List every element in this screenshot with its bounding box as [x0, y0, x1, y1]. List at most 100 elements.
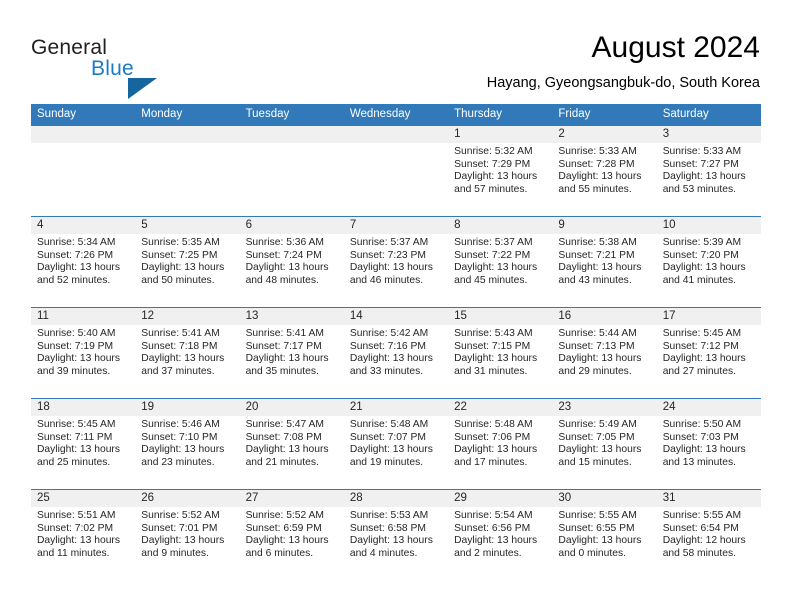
- sunset-text: Sunset: 6:56 PM: [454, 522, 531, 534]
- day-details: Sunrise: 5:55 AM Sunset: 6:55 PM Daylight:…: [552, 507, 656, 560]
- day-number: 12: [135, 308, 240, 325]
- calendar-day-cell[interactable]: 19 Sunrise: 5:46 AM Sunset: 7:10 PM Dayligh…: [135, 398, 240, 490]
- daylight-text-line1: Daylight: 13 hours: [349, 535, 433, 547]
- sunrise-text: Sunrise: 5:55 AM: [558, 510, 637, 521]
- sunset-text: Sunset: 7:18 PM: [141, 340, 218, 352]
- daylight-text-line2: and 17 minutes.: [454, 456, 528, 468]
- day-details: Sunrise: 5:32 AM Sunset: 7:29 PM Daylight:…: [448, 143, 552, 196]
- daylight-text-line2: and 25 minutes.: [37, 456, 111, 468]
- calendar-week-row: 11 Sunrise: 5:40 AM Sunset: 7:19 PM Dayligh…: [31, 307, 761, 399]
- calendar-day-cell[interactable]: 29 Sunrise: 5:54 AM Sunset: 6:56 PM Dayligh…: [448, 489, 553, 582]
- calendar-day-cell[interactable]: 13 Sunrise: 5:41 AM Sunset: 7:17 PM Dayligh…: [239, 307, 344, 399]
- day-details: Sunrise: 5:35 AM Sunset: 7:25 PM Daylight:…: [135, 234, 239, 287]
- sunset-text: Sunset: 7:27 PM: [662, 158, 739, 170]
- daylight-text-line1: Daylight: 13 hours: [141, 444, 225, 456]
- daylight-text-line1: Daylight: 13 hours: [349, 353, 433, 365]
- day-cell-body: 3 Sunrise: 5:33 AM Sunset: 7:27 PM Daylight…: [656, 126, 761, 216]
- calendar-day-cell[interactable]: 11 Sunrise: 5:40 AM Sunset: 7:19 PM Dayligh…: [31, 307, 136, 399]
- calendar-day-cell[interactable]: 15 Sunrise: 5:43 AM Sunset: 7:15 PM Dayligh…: [448, 307, 553, 399]
- day-number: [343, 126, 449, 143]
- calendar-day-cell[interactable]: 22 Sunrise: 5:48 AM Sunset: 7:06 PM Dayligh…: [448, 398, 553, 490]
- day-details: Sunrise: 5:55 AM Sunset: 6:54 PM Daylight:…: [657, 507, 761, 560]
- daylight-text-line2: and 0 minutes.: [558, 547, 626, 559]
- day-details: Sunrise: 5:33 AM Sunset: 7:28 PM Daylight:…: [552, 143, 656, 196]
- calendar-day-cell[interactable]: 3 Sunrise: 5:33 AM Sunset: 7:27 PM Daylight…: [656, 126, 761, 217]
- calendar-day-cell[interactable]: 24 Sunrise: 5:50 AM Sunset: 7:03 PM Dayligh…: [656, 398, 761, 490]
- calendar-day-cell[interactable]: 20 Sunrise: 5:47 AM Sunset: 7:08 PM Dayligh…: [239, 398, 344, 490]
- daylight-text-line1: Daylight: 13 hours: [141, 353, 225, 365]
- daylight-text-line2: and 13 minutes.: [662, 456, 736, 468]
- daylight-text-line1: Daylight: 13 hours: [245, 535, 329, 547]
- calendar-day-cell[interactable]: 5 Sunrise: 5:35 AM Sunset: 7:25 PM Daylight…: [135, 216, 240, 308]
- calendar-day-cell[interactable]: 4 Sunrise: 5:34 AM Sunset: 7:26 PM Daylight…: [31, 216, 136, 308]
- calendar-day-cell[interactable]: 10 Sunrise: 5:39 AM Sunset: 7:20 PM Dayligh…: [656, 216, 761, 308]
- day-number: 17: [656, 308, 761, 325]
- calendar-day-cell[interactable]: 26 Sunrise: 5:52 AM Sunset: 7:01 PM Dayligh…: [135, 489, 240, 582]
- day-number: 27: [239, 490, 344, 507]
- calendar-header-row: Sunday Monday Tuesday Wednesday Thursday…: [31, 104, 761, 126]
- weekday-header-saturday: Saturday: [656, 104, 761, 126]
- day-cell-body: 12 Sunrise: 5:41 AM Sunset: 7:18 PM Dayligh…: [135, 308, 240, 398]
- calendar-day-cell[interactable]: 7 Sunrise: 5:37 AM Sunset: 7:23 PM Daylight…: [343, 216, 449, 308]
- calendar-day-cell[interactable]: 31 Sunrise: 5:55 AM Sunset: 6:54 PM Dayligh…: [656, 489, 761, 582]
- day-number: 28: [343, 490, 449, 507]
- day-cell-body: 11 Sunrise: 5:40 AM Sunset: 7:19 PM Dayligh…: [31, 308, 136, 398]
- general-blue-logo[interactable]: General Blue: [31, 36, 241, 99]
- calendar-day-cell-empty: [343, 126, 449, 217]
- calendar-day-cell[interactable]: 9 Sunrise: 5:38 AM Sunset: 7:21 PM Daylight…: [552, 216, 657, 308]
- daylight-text-line1: Daylight: 13 hours: [349, 444, 433, 456]
- sunset-text: Sunset: 6:54 PM: [662, 522, 739, 534]
- calendar-day-cell[interactable]: 12 Sunrise: 5:41 AM Sunset: 7:18 PM Dayligh…: [135, 307, 240, 399]
- calendar-page: General Blue August 2024 Hayang, Gyeongs…: [0, 0, 792, 612]
- day-number: 21: [343, 399, 449, 416]
- day-number: 7: [343, 217, 449, 234]
- daylight-text-line1: Daylight: 13 hours: [454, 444, 538, 456]
- sunrise-text: Sunrise: 5:42 AM: [349, 328, 429, 339]
- daylight-text-line1: Daylight: 12 hours: [662, 535, 746, 547]
- daylight-text-line1: Daylight: 13 hours: [558, 353, 642, 365]
- day-details: Sunrise: 5:37 AM Sunset: 7:22 PM Daylight:…: [448, 234, 552, 287]
- daylight-text-line2: and 6 minutes.: [245, 547, 314, 559]
- calendar-day-cell-empty: [239, 126, 344, 217]
- calendar-day-cell[interactable]: 21 Sunrise: 5:48 AM Sunset: 7:07 PM Dayligh…: [343, 398, 449, 490]
- daylight-text-line2: and 15 minutes.: [558, 456, 632, 468]
- calendar-day-cell[interactable]: 6 Sunrise: 5:36 AM Sunset: 7:24 PM Daylight…: [239, 216, 344, 308]
- day-details: Sunrise: 5:43 AM Sunset: 7:15 PM Daylight:…: [448, 325, 552, 378]
- day-number: 14: [343, 308, 449, 325]
- calendar-day-cell[interactable]: 25 Sunrise: 5:51 AM Sunset: 7:02 PM Dayligh…: [31, 489, 136, 582]
- sunset-text: Sunset: 7:13 PM: [558, 340, 635, 352]
- day-cell-body: 24 Sunrise: 5:50 AM Sunset: 7:03 PM Dayligh…: [656, 399, 761, 489]
- day-number: 26: [135, 490, 240, 507]
- calendar-day-cell[interactable]: 30 Sunrise: 5:55 AM Sunset: 6:55 PM Dayligh…: [552, 489, 657, 582]
- daylight-text-line1: Daylight: 13 hours: [454, 535, 538, 547]
- sunrise-text: Sunrise: 5:37 AM: [454, 237, 533, 248]
- daylight-text-line2: and 43 minutes.: [558, 274, 632, 286]
- day-cell-body: 23 Sunrise: 5:49 AM Sunset: 7:05 PM Dayligh…: [552, 399, 657, 489]
- calendar-day-cell[interactable]: 28 Sunrise: 5:53 AM Sunset: 6:58 PM Dayligh…: [343, 489, 449, 582]
- daylight-text-line2: and 2 minutes.: [454, 547, 522, 559]
- daylight-text-line2: and 53 minutes.: [662, 183, 736, 195]
- sunset-text: Sunset: 7:08 PM: [245, 431, 322, 443]
- calendar-day-cell[interactable]: 27 Sunrise: 5:52 AM Sunset: 6:59 PM Dayligh…: [239, 489, 344, 582]
- calendar-day-cell[interactable]: 2 Sunrise: 5:33 AM Sunset: 7:28 PM Daylight…: [552, 126, 657, 217]
- day-details: Sunrise: 5:45 AM Sunset: 7:12 PM Daylight:…: [657, 325, 761, 378]
- sunrise-text: Sunrise: 5:43 AM: [454, 328, 533, 339]
- sunrise-text: Sunrise: 5:51 AM: [37, 510, 116, 521]
- day-cell-body: 25 Sunrise: 5:51 AM Sunset: 7:02 PM Dayligh…: [31, 490, 136, 582]
- day-number: [31, 126, 136, 143]
- sunset-text: Sunset: 7:06 PM: [454, 431, 531, 443]
- calendar-day-cell[interactable]: 8 Sunrise: 5:37 AM Sunset: 7:22 PM Daylight…: [448, 216, 553, 308]
- day-number: 22: [448, 399, 553, 416]
- calendar-day-cell[interactable]: 23 Sunrise: 5:49 AM Sunset: 7:05 PM Dayligh…: [552, 398, 657, 490]
- daylight-text-line2: and 41 minutes.: [662, 274, 736, 286]
- day-cell-body: 4 Sunrise: 5:34 AM Sunset: 7:26 PM Daylight…: [31, 217, 136, 307]
- calendar-day-cell[interactable]: 18 Sunrise: 5:45 AM Sunset: 7:11 PM Dayligh…: [31, 398, 136, 490]
- page-title: August 2024: [591, 31, 760, 64]
- calendar-day-cell[interactable]: 16 Sunrise: 5:44 AM Sunset: 7:13 PM Dayligh…: [552, 307, 657, 399]
- calendar-day-cell[interactable]: 14 Sunrise: 5:42 AM Sunset: 7:16 PM Dayligh…: [343, 307, 449, 399]
- sunrise-text: Sunrise: 5:50 AM: [662, 419, 742, 430]
- day-number: 11: [31, 308, 136, 325]
- calendar-day-cell[interactable]: 17 Sunrise: 5:45 AM Sunset: 7:12 PM Dayligh…: [656, 307, 761, 399]
- calendar-day-cell[interactable]: 1 Sunrise: 5:32 AM Sunset: 7:29 PM Daylight…: [448, 126, 553, 217]
- day-details: Sunrise: 5:39 AM Sunset: 7:20 PM Daylight:…: [657, 234, 761, 287]
